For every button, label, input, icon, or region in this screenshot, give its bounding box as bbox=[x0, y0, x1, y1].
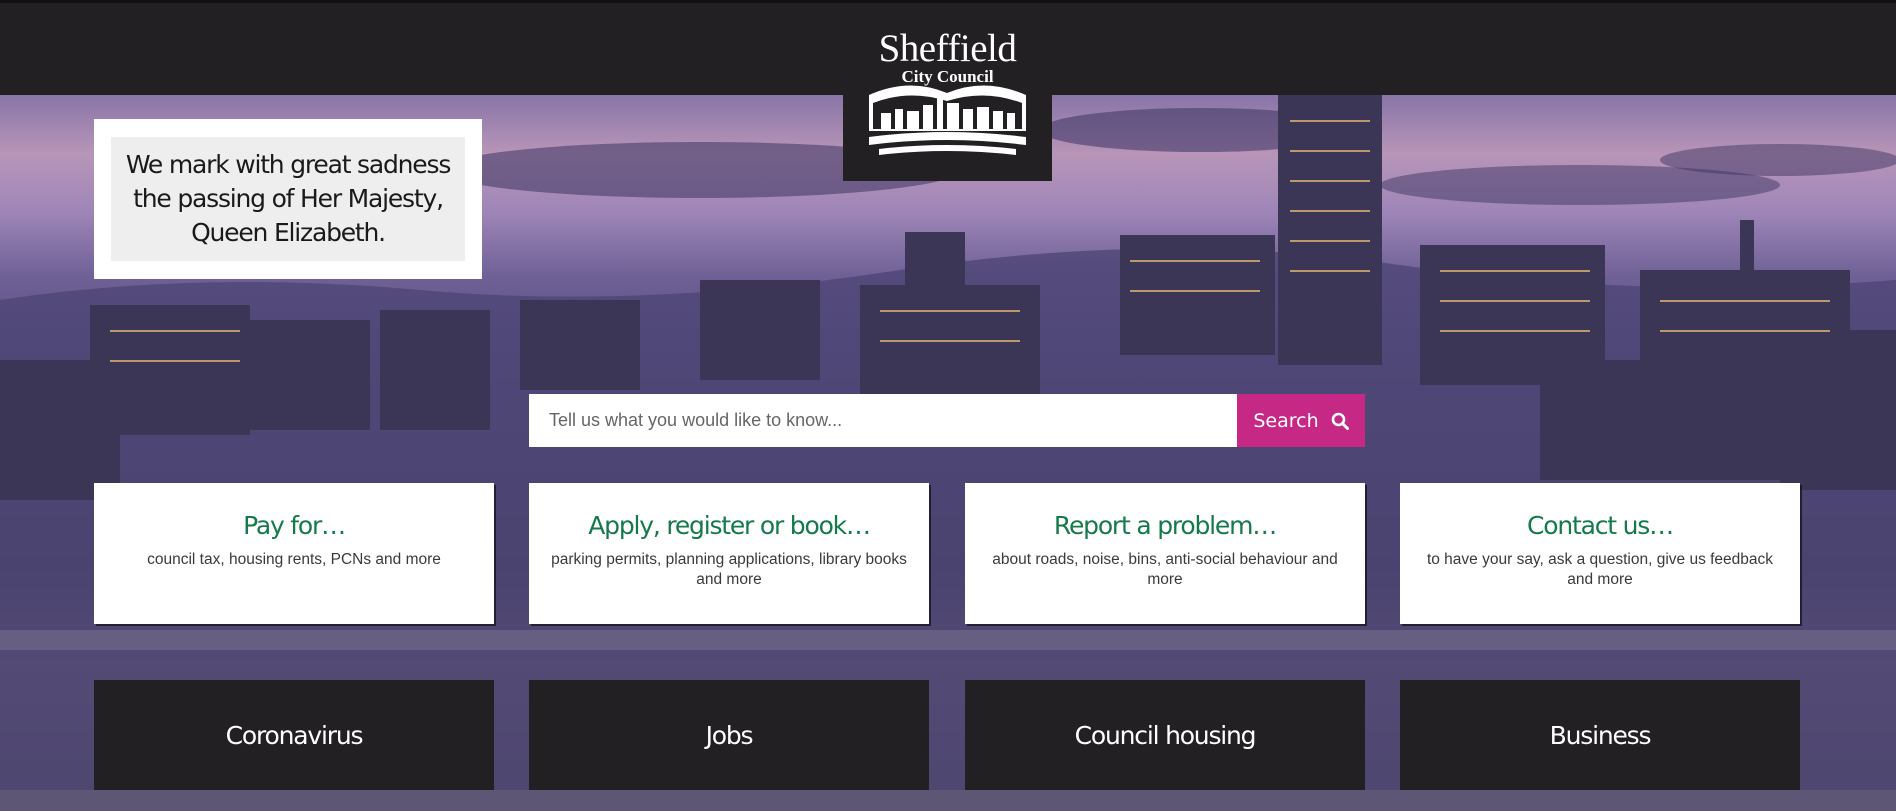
search-button[interactable]: Search bbox=[1237, 394, 1365, 447]
sheffield-city-council-logo[interactable]: Sheffield City Council bbox=[843, 3, 1052, 181]
card-description: about roads, noise, bins, anti-social be… bbox=[992, 551, 1338, 588]
tile-business[interactable]: Business bbox=[1400, 680, 1800, 790]
tile-coronavirus[interactable]: Coronavirus bbox=[94, 680, 494, 790]
search-button-label: Search bbox=[1253, 409, 1319, 432]
card-description: parking permits, planning applications, … bbox=[551, 551, 907, 588]
announcement-box: We mark with great sadness the passing o… bbox=[94, 119, 482, 279]
card-report-problem[interactable]: Report a problem… about roads, noise, bi… bbox=[965, 483, 1365, 624]
tile-jobs[interactable]: Jobs bbox=[529, 680, 929, 790]
card-contact-us[interactable]: Contact us… to have your say, ask a ques… bbox=[1400, 483, 1800, 624]
announcement-text: We mark with great sadness the passing o… bbox=[111, 137, 465, 261]
card-title: Report a problem… bbox=[1053, 511, 1277, 540]
card-description: council tax, housing rents, PCNs and mor… bbox=[147, 551, 441, 568]
site-search: Search bbox=[529, 394, 1365, 447]
card-title: Contact us… bbox=[1527, 511, 1674, 540]
tile-council-housing[interactable]: Council housing bbox=[965, 680, 1365, 790]
card-title: Apply, register or book… bbox=[588, 511, 871, 540]
search-icon bbox=[1331, 412, 1349, 430]
city-crest-icon bbox=[869, 85, 1026, 155]
card-title: Pay for… bbox=[243, 511, 346, 540]
card-apply-register-book[interactable]: Apply, register or book… parking permits… bbox=[529, 483, 929, 624]
logo-wordmark-line1: Sheffield bbox=[878, 27, 1017, 70]
card-pay-for[interactable]: Pay for… council tax, housing rents, PCN… bbox=[94, 483, 494, 624]
search-input[interactable] bbox=[529, 394, 1237, 447]
card-description: to have your say, ask a question, give u… bbox=[1426, 551, 1774, 588]
